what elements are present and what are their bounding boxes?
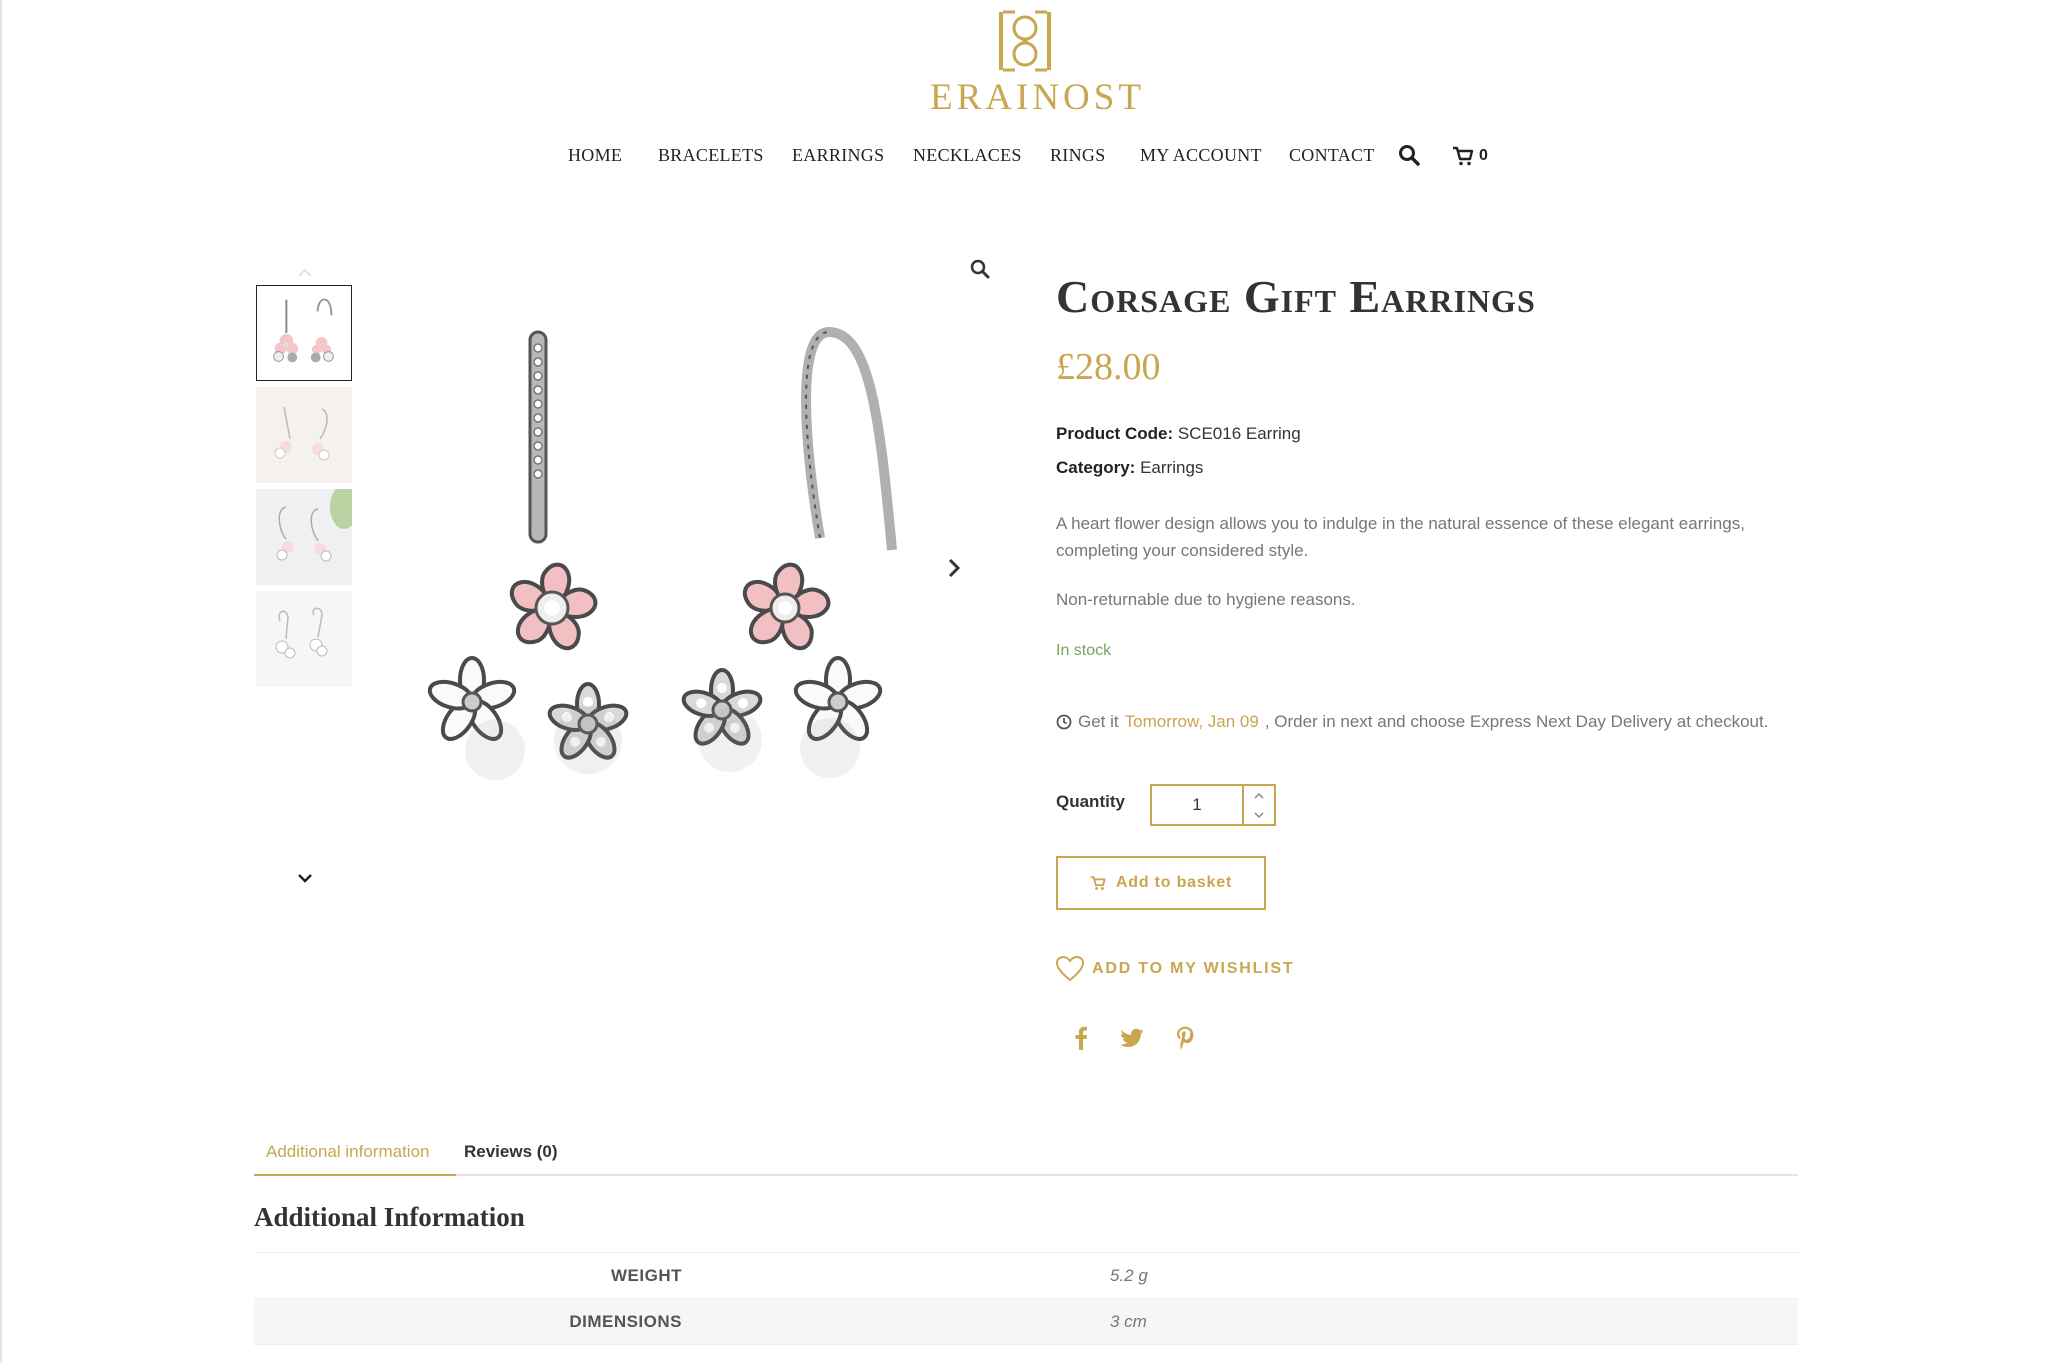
chevron-down-icon <box>1254 811 1264 818</box>
table-row: WEIGHT 5.2 g <box>254 1253 1798 1299</box>
tab-reviews[interactable]: Reviews (0) <box>464 1142 558 1162</box>
main-nav: HOME BRACELETS EARRINGS NECKLACES RINGS … <box>0 141 2048 171</box>
product-category-value[interactable]: Earrings <box>1140 458 1203 477</box>
nav-item-contact[interactable]: CONTACT <box>1289 145 1375 166</box>
delivery-info: Get it Tomorrow, Jan 09 , Order in next … <box>1056 712 1768 732</box>
add-to-basket-label: Add to basket <box>1115 874 1233 891</box>
attributes-table: WEIGHT 5.2 g DIMENSIONS 3 cm <box>254 1252 1798 1345</box>
product-tabs: Additional information Reviews (0) <box>254 1130 1798 1176</box>
product-category: Category: Earrings <box>1056 458 1203 478</box>
product-code: Product Code: SCE016 Earring <box>1056 424 1301 444</box>
tab-additional-information[interactable]: Additional information <box>266 1142 429 1162</box>
thumbnails-up-arrow-icon[interactable] <box>297 268 313 278</box>
delivery-date: Tomorrow, Jan 09 <box>1124 712 1259 731</box>
attribute-name: WEIGHT <box>611 1266 682 1285</box>
quantity-label: Quantity <box>1056 792 1125 811</box>
product-code-value: SCE016 Earring <box>1177 424 1301 443</box>
zoom-icon[interactable] <box>969 258 991 280</box>
cart-icon <box>1453 146 1474 166</box>
cart-button[interactable]: 0 <box>1452 144 1488 168</box>
brand-logo[interactable]: ERAINOST <box>930 8 1145 119</box>
quantity-decrease-button[interactable] <box>1244 805 1274 824</box>
earrings-image <box>424 326 897 780</box>
cart-icon <box>1090 876 1106 890</box>
attribute-name: DIMENSIONS <box>569 1312 682 1331</box>
nav-item-bracelets[interactable]: BRACELETS <box>658 145 764 166</box>
logo-mark-icon <box>999 10 1051 72</box>
nav-item-my-account[interactable]: MY ACCOUNT <box>1140 145 1262 166</box>
returns-note: Non-returnable due to hygiene reasons. <box>1056 590 1356 609</box>
delivery-suffix: , Order in next and choose Express Next … <box>1264 712 1769 731</box>
next-image-arrow-icon[interactable] <box>945 557 963 579</box>
attribute-value: 5.2 g <box>1110 1266 1148 1285</box>
nav-item-home[interactable]: HOME <box>568 145 622 166</box>
table-row: DIMENSIONS 3 cm <box>254 1299 1798 1345</box>
brand-name: ERAINOST <box>930 77 1145 118</box>
thumbnail-1[interactable] <box>256 285 352 381</box>
twitter-icon[interactable] <box>1120 1024 1146 1052</box>
page-edge <box>0 0 2 1363</box>
pinterest-icon[interactable] <box>1172 1024 1198 1052</box>
nav-item-rings[interactable]: RINGS <box>1050 145 1106 166</box>
delivery-prefix: Get it <box>1078 712 1119 731</box>
clock-icon <box>1056 714 1072 730</box>
thumbnail-list <box>256 285 352 693</box>
chevron-up-icon <box>1254 792 1264 799</box>
active-tab-indicator <box>254 1174 456 1176</box>
product-description: A heart flower design allows you to indu… <box>1056 514 1745 560</box>
thumbnail-4[interactable] <box>256 591 352 687</box>
search-icon[interactable] <box>1398 144 1420 166</box>
cart-count: 0 <box>1479 147 1488 164</box>
nav-item-earrings[interactable]: EARRINGS <box>792 145 884 166</box>
quantity-steps <box>1242 786 1274 824</box>
product-main-image[interactable] <box>400 300 940 880</box>
quantity-stepper <box>1150 784 1276 826</box>
additional-info-title: Additional Information <box>254 1202 525 1232</box>
quantity-input[interactable] <box>1152 786 1242 824</box>
wishlist-label: ADD TO MY WISHLIST <box>1092 960 1295 977</box>
facebook-icon[interactable] <box>1068 1024 1094 1052</box>
product-category-label: Category: <box>1056 458 1136 477</box>
thumbnails-down-arrow-icon[interactable] <box>296 872 314 884</box>
product-title: Corsage Gift Earrings <box>1056 271 1536 322</box>
thumbnail-3[interactable] <box>256 489 352 585</box>
product-code-label: Product Code: <box>1056 424 1174 443</box>
thumbnail-2[interactable] <box>256 387 352 483</box>
add-to-wishlist-link[interactable]: ADD TO MY WISHLIST <box>1056 956 1294 982</box>
stock-status: In stock <box>1056 642 1112 659</box>
attribute-value: 3 cm <box>1110 1312 1147 1331</box>
quantity-increase-button[interactable] <box>1244 786 1274 805</box>
add-to-basket-button[interactable]: Add to basket <box>1056 856 1266 910</box>
heart-icon <box>1056 956 1084 982</box>
nav-item-necklaces[interactable]: NECKLACES <box>913 145 1022 166</box>
product-price: £28.00 <box>1056 346 1161 388</box>
social-share <box>1068 1024 1198 1052</box>
